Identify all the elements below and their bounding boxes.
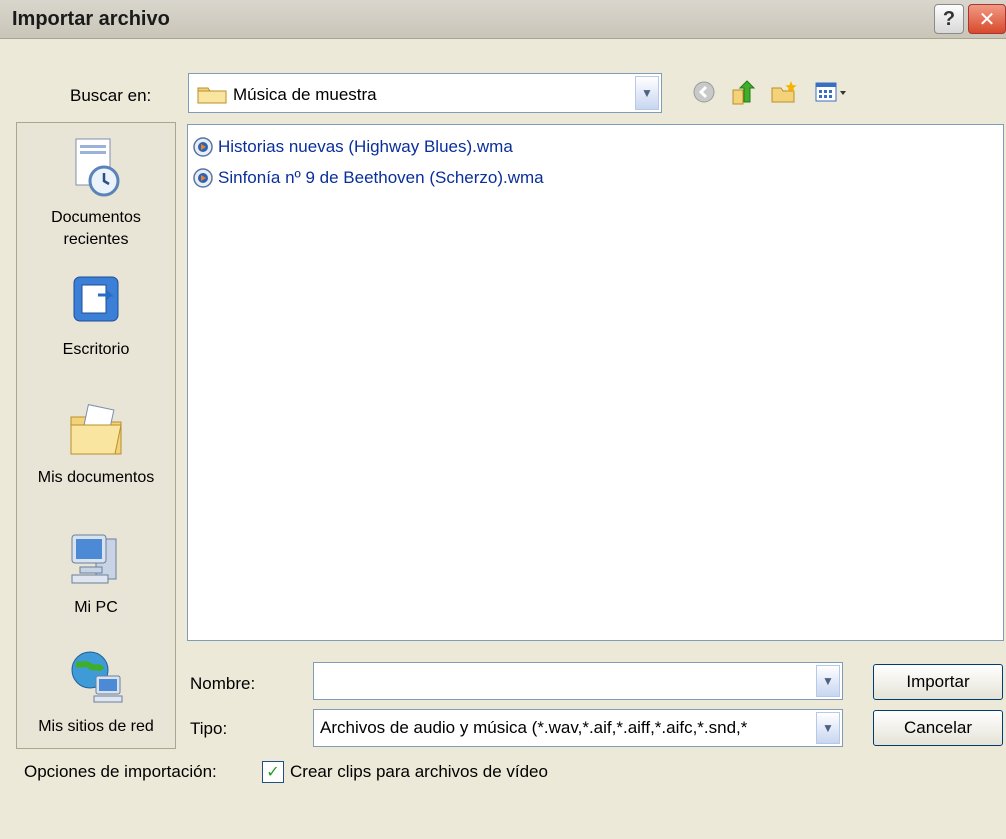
- recent-documents-icon: [75, 138, 120, 197]
- place-my-documents-label: Mis documentos: [37, 469, 155, 486]
- up-folder-icon[interactable]: [730, 80, 756, 111]
- create-clips-checkbox[interactable]: ✓: [262, 761, 284, 783]
- places-bar: Documentos recientes Escritorio Mis docu…: [16, 122, 176, 749]
- desktop-icon: [73, 276, 119, 322]
- place-desktop[interactable]: Escritorio: [17, 273, 175, 361]
- place-my-documents[interactable]: Mis documentos: [17, 401, 175, 489]
- my-documents-icon: [70, 404, 122, 455]
- chevron-down-icon[interactable]: ▼: [816, 665, 840, 697]
- close-icon[interactable]: ✕: [968, 4, 1006, 34]
- chevron-down-icon[interactable]: ▼: [816, 712, 840, 744]
- filetype-value: Archivos de audio y música (*.wav,*.aif,…: [320, 718, 748, 737]
- list-item[interactable]: Historias nuevas (Highway Blues).wma: [192, 135, 513, 159]
- lookin-dropdown[interactable]: Música de muestra ▼: [188, 73, 662, 113]
- checkmark-icon: ✓: [266, 764, 280, 781]
- place-desktop-label: Escritorio: [62, 341, 130, 358]
- my-computer-icon: [71, 534, 117, 584]
- filetype-label: Tipo:: [190, 719, 228, 738]
- file-list[interactable]: Historias nuevas (Highway Blues).wma Sin…: [187, 124, 1004, 641]
- file-name: Sinfonía nº 9 de Beethoven (Scherzo).wma: [218, 168, 544, 187]
- lookin-value: Música de muestra: [233, 85, 377, 104]
- import-button[interactable]: Importar: [873, 664, 1003, 700]
- place-recent-line2: recientes: [63, 231, 129, 248]
- audio-file-icon: [193, 137, 213, 157]
- folder-icon: [197, 84, 227, 109]
- lookin-label: Buscar en:: [70, 86, 152, 105]
- filetype-select[interactable]: Archivos de audio y música (*.wav,*.aif,…: [313, 709, 843, 747]
- title-bar: Importar archivo ? ✕: [0, 0, 1006, 39]
- place-recent-line1: Documentos: [51, 209, 141, 226]
- place-my-computer[interactable]: Mi PC: [17, 529, 175, 619]
- create-clips-label[interactable]: Crear clips para archivos de vídeo: [290, 762, 548, 782]
- view-menu-icon[interactable]: [814, 80, 848, 109]
- window-title: Importar archivo: [12, 8, 170, 30]
- place-recent-documents[interactable]: Documentos recientes: [17, 135, 175, 251]
- audio-file-icon: [193, 168, 213, 188]
- place-my-computer-label: Mi PC: [74, 599, 118, 616]
- place-network-label: Mis sitios de red: [38, 718, 154, 735]
- new-folder-icon[interactable]: [770, 80, 798, 109]
- help-icon[interactable]: ?: [934, 4, 964, 34]
- import-options-label: Opciones de importación:: [24, 762, 217, 781]
- network-places-icon: [71, 651, 123, 703]
- place-network[interactable]: Mis sitios de red: [17, 648, 175, 738]
- filename-combo[interactable]: ▼: [313, 662, 843, 700]
- list-item[interactable]: Sinfonía nº 9 de Beethoven (Scherzo).wma: [192, 166, 544, 190]
- chevron-down-icon[interactable]: ▼: [635, 76, 659, 110]
- back-icon[interactable]: [692, 80, 716, 109]
- file-name: Historias nuevas (Highway Blues).wma: [218, 137, 513, 156]
- filename-label: Nombre:: [190, 674, 256, 693]
- cancel-button[interactable]: Cancelar: [873, 710, 1003, 746]
